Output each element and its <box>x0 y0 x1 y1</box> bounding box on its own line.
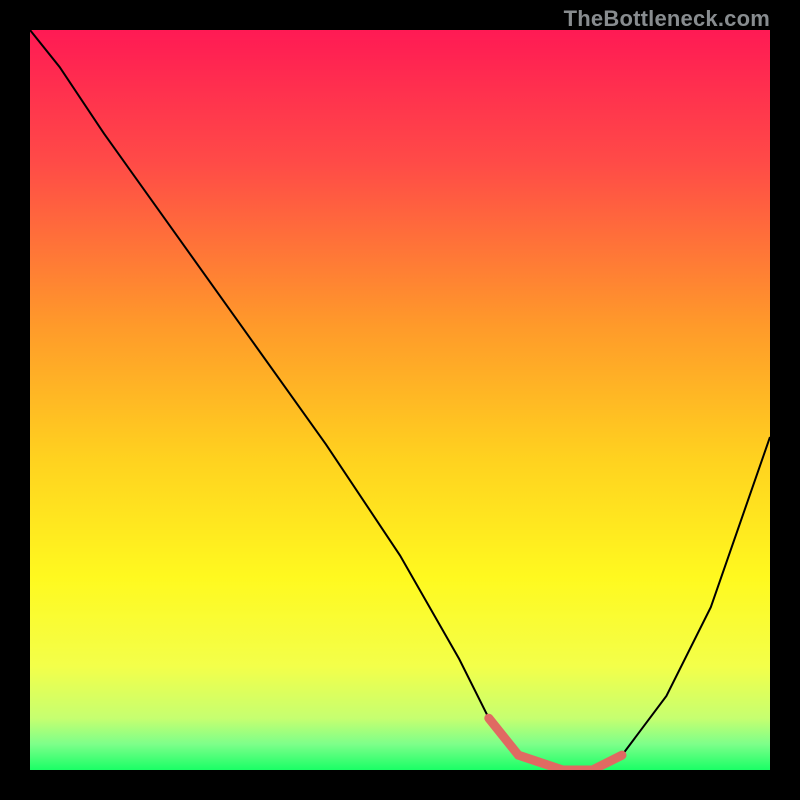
chart-frame <box>30 30 770 770</box>
bottleneck-chart <box>30 30 770 770</box>
chart-background <box>30 30 770 770</box>
watermark-text: TheBottleneck.com <box>564 6 770 32</box>
